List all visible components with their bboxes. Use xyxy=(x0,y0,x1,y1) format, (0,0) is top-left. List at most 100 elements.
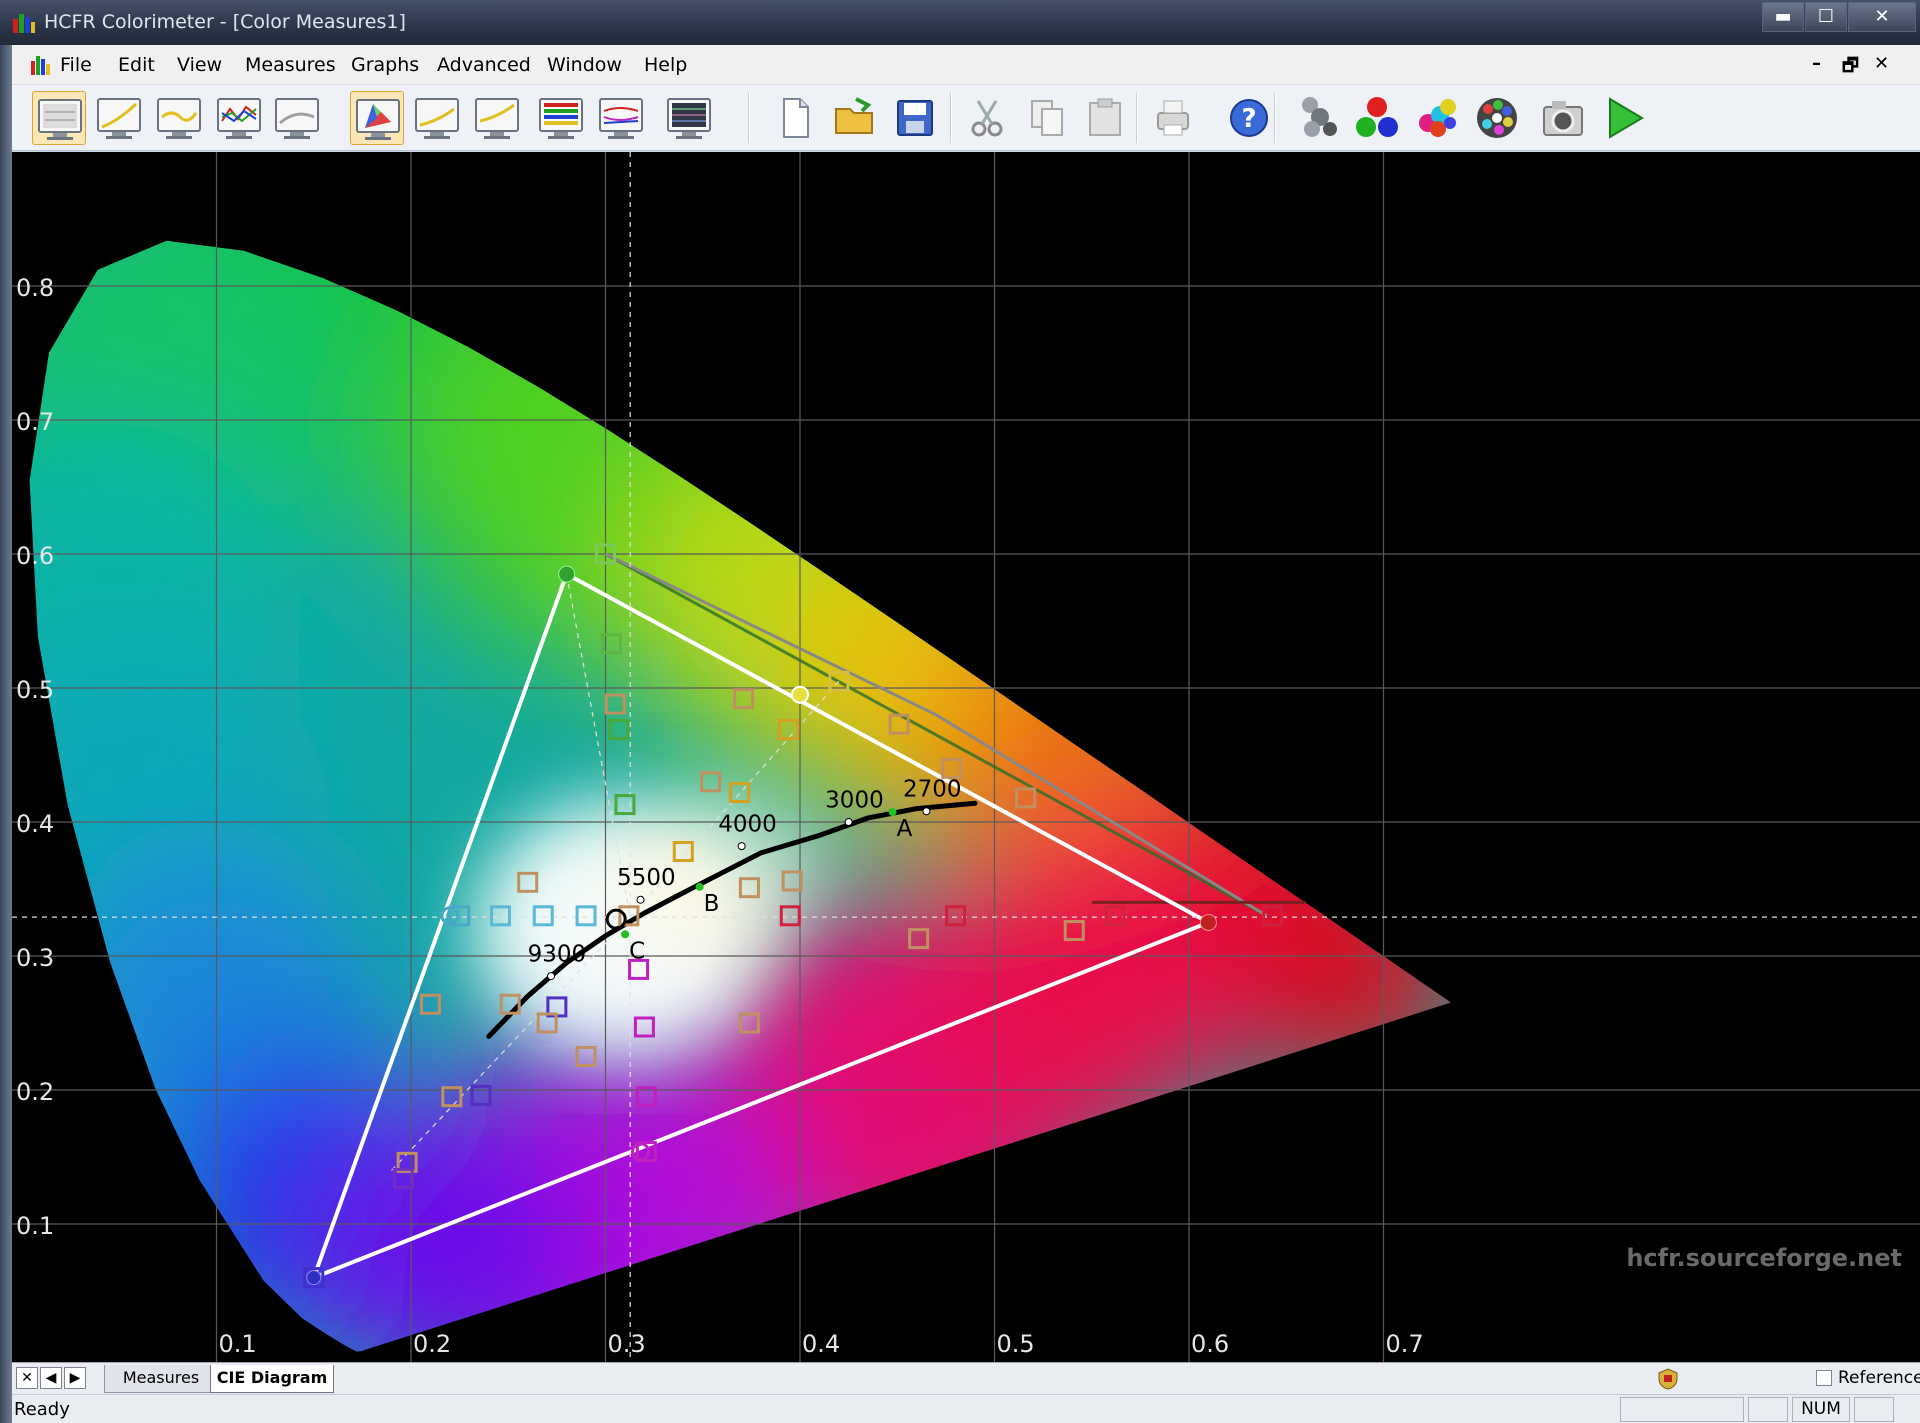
color-wash-blob xyxy=(931,822,1252,1143)
y-tick-label: 0.7 xyxy=(16,408,54,436)
gamma-curve-icon[interactable] xyxy=(92,91,146,145)
menu-graphs[interactable]: Graphs xyxy=(351,54,419,76)
prev-tab-button[interactable]: ◀ xyxy=(40,1367,62,1389)
color-checker-icon[interactable] xyxy=(1470,91,1524,145)
blue-primary-marker xyxy=(306,1270,322,1286)
window-frame xyxy=(0,45,12,1423)
save-icon[interactable] xyxy=(888,91,942,145)
locus-label: 5500 xyxy=(617,865,676,891)
mdi-close-button[interactable]: ✕ xyxy=(1874,53,1889,74)
near-white-icon[interactable] xyxy=(470,91,524,145)
tab-bar: ✕ ◀ ▶ Measures CIE Diagram Reference xyxy=(12,1362,1920,1394)
next-tab-button[interactable]: ▶ xyxy=(64,1367,86,1389)
green-primary-marker xyxy=(558,565,576,583)
mdi-minimize-button[interactable]: – xyxy=(1812,53,1821,74)
maximize-button[interactable]: ☐ xyxy=(1805,2,1847,32)
locus-label: 9300 xyxy=(528,941,587,967)
illuminant-point xyxy=(695,882,704,891)
y-tick-label: 0.2 xyxy=(16,1078,54,1106)
locus-label: 4000 xyxy=(718,811,777,837)
near-black-icon[interactable] xyxy=(410,91,464,145)
locus-label: 3000 xyxy=(825,787,884,813)
menu-file[interactable]: File xyxy=(60,54,92,76)
reference-checkbox[interactable] xyxy=(1816,1370,1832,1386)
tab-cie-diagram[interactable]: CIE Diagram xyxy=(210,1365,334,1393)
color-wash-blob xyxy=(1224,849,1452,1090)
luminance-curve-icon[interactable] xyxy=(152,91,206,145)
y-tick-label: 0.1 xyxy=(16,1212,54,1240)
locus-point xyxy=(737,842,746,851)
app-window: HCFR Colorimeter - [Color Measures1] ▬ ☐… xyxy=(0,0,1920,1423)
cie-diagram[interactable]: 9300550040003000 2700ABC0.1 0.2 0.3 0.4 0.5 0.… xyxy=(12,152,1920,1362)
illuminant-point xyxy=(888,808,897,817)
red-primary-marker xyxy=(1199,914,1217,931)
rgb-levels-icon[interactable] xyxy=(212,91,266,145)
new-document-icon[interactable] xyxy=(768,91,822,145)
locus-point xyxy=(922,807,931,816)
toolbar-separator xyxy=(748,93,750,143)
menu-view[interactable]: View xyxy=(177,54,222,76)
watermark: hcfr.sourceforge.net xyxy=(1626,1244,1902,1272)
locus-point xyxy=(547,972,556,981)
print-icon[interactable] xyxy=(1146,91,1200,145)
open-folder-icon[interactable] xyxy=(828,91,882,145)
app-icon xyxy=(13,14,35,33)
illuminant-label: B xyxy=(704,891,720,917)
saturation-icon[interactable] xyxy=(534,91,588,145)
menu-advanced[interactable]: Advanced xyxy=(437,54,531,76)
x-tick-label: 0.5 xyxy=(997,1330,1035,1358)
tab-measures[interactable]: Measures xyxy=(104,1365,218,1393)
cie-chart[interactable]: 9300 5500 4000 3000 2700 A B C 0.1 0.2 0.3 0.4 0.5 0.… xyxy=(12,152,1920,1362)
reference-label: Reference xyxy=(1838,1368,1920,1388)
close-tab-button[interactable]: ✕ xyxy=(16,1367,38,1389)
monitor-summary-icon[interactable] xyxy=(32,91,86,145)
yellow-secondary-marker xyxy=(791,685,809,704)
status-pane-4 xyxy=(1854,1397,1894,1422)
cie-diagram-icon[interactable] xyxy=(350,91,404,145)
menu-bar: File Edit View Measures Graphs Advanced … xyxy=(12,45,1920,85)
close-button[interactable]: ✕ xyxy=(1848,2,1916,32)
illuminant-label: A xyxy=(897,816,913,842)
saturation-shift-icon[interactable] xyxy=(594,91,648,145)
y-tick-label: 0.8 xyxy=(16,274,54,302)
sensor-icon[interactable] xyxy=(1290,91,1344,145)
locus-point xyxy=(636,895,645,904)
locus-fill xyxy=(29,240,1452,1352)
locus-point xyxy=(844,818,853,826)
x-tick-label: 0.6 xyxy=(1191,1330,1229,1358)
x-tick-label: 0.7 xyxy=(1386,1330,1424,1358)
menu-measures[interactable]: Measures xyxy=(245,54,336,76)
status-num: NUM xyxy=(1792,1397,1850,1422)
camera-icon[interactable] xyxy=(1536,91,1590,145)
toolbar-separator xyxy=(950,93,952,143)
x-tick-label: 0.3 xyxy=(608,1330,646,1358)
minimize-button[interactable]: ▬ xyxy=(1762,2,1804,32)
menu-window[interactable]: Window xyxy=(547,54,622,76)
measures-grid-icon[interactable] xyxy=(662,91,716,145)
color-temp-icon[interactable] xyxy=(270,91,324,145)
menu-edit[interactable]: Edit xyxy=(118,54,155,76)
toolbar-separator xyxy=(1136,93,1138,143)
mdi-restore-button[interactable]: 🗗 xyxy=(1842,53,1859,83)
y-tick-label: 0.5 xyxy=(16,676,54,704)
cut-icon[interactable] xyxy=(960,91,1014,145)
primaries-icon[interactable] xyxy=(1350,91,1404,145)
secondaries-icon[interactable] xyxy=(1410,91,1464,145)
status-pane-1 xyxy=(1620,1397,1744,1422)
play-icon[interactable] xyxy=(1598,91,1652,145)
menu-help[interactable]: Help xyxy=(644,54,687,76)
x-tick-label: 0.2 xyxy=(413,1330,451,1358)
x-tick-label: 0.1 xyxy=(219,1330,257,1358)
window-title: HCFR Colorimeter - [Color Measures1] xyxy=(44,11,406,33)
copy-icon[interactable] xyxy=(1020,91,1074,145)
document-icon xyxy=(31,56,50,75)
help-icon[interactable]: ? xyxy=(1222,91,1276,145)
y-tick-label: 0.6 xyxy=(16,542,54,570)
title-bar[interactable]: HCFR Colorimeter - [Color Measures1] ▬ ☐… xyxy=(0,0,1920,45)
paste-icon[interactable] xyxy=(1078,91,1132,145)
y-tick-label: 0.3 xyxy=(16,944,54,972)
toolbar: ? xyxy=(12,85,1920,151)
status-shield-icon xyxy=(1658,1368,1678,1390)
y-tick-label: 0.4 xyxy=(16,810,54,838)
status-pane-2 xyxy=(1748,1397,1788,1422)
